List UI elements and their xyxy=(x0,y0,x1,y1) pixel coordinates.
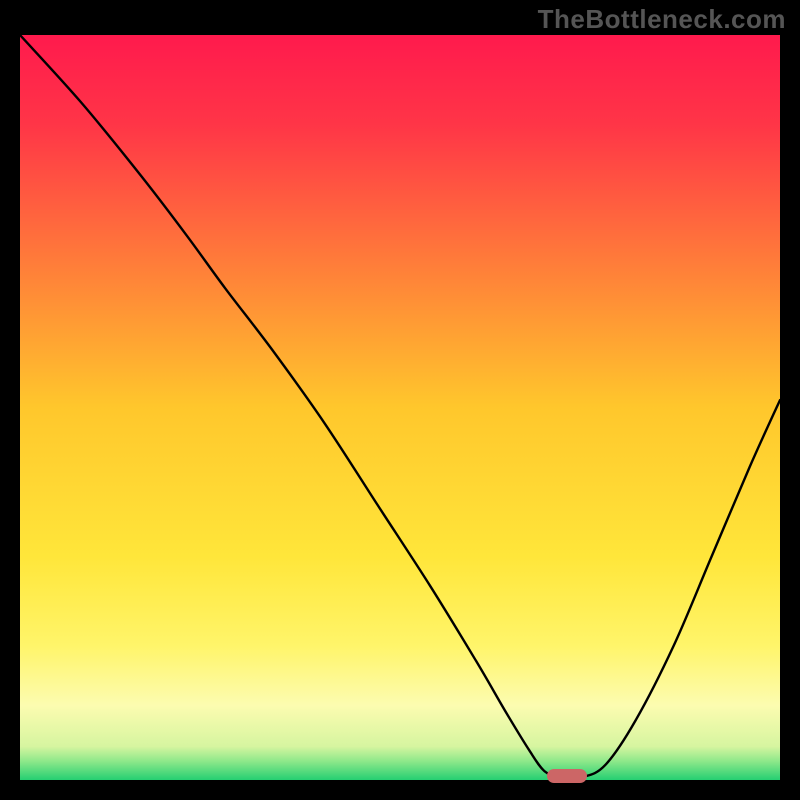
watermark-text: TheBottleneck.com xyxy=(538,4,786,35)
optimal-marker xyxy=(547,769,587,783)
plot-area xyxy=(20,35,780,780)
chart-frame: TheBottleneck.com xyxy=(0,0,800,800)
gradient-background xyxy=(20,35,780,780)
plot-svg xyxy=(20,35,780,780)
